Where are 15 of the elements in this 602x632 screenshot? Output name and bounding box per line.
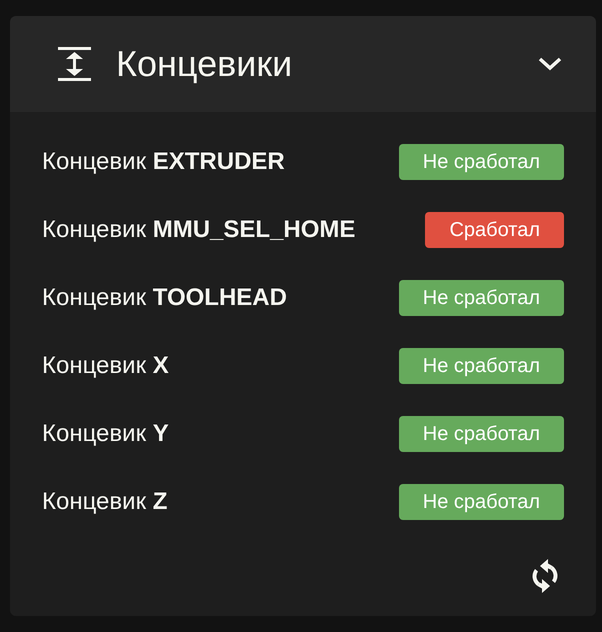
vertical-resize-icon	[58, 47, 92, 81]
status-badge: Не сработал	[398, 280, 564, 316]
endstop-label: Концевик MMU_SEL_HOME	[42, 215, 356, 245]
endstop-label: Концевик TOOLHEAD	[42, 283, 287, 313]
status-badge: Не сработал	[398, 348, 564, 384]
endstop-label: Концевик Z	[42, 487, 168, 517]
endstop-label: Концевик EXTRUDER	[42, 147, 285, 177]
panel-title: Концевики	[116, 46, 292, 82]
status-badge: Не сработал	[398, 484, 564, 520]
endstop-label: Концевик Y	[42, 419, 169, 449]
status-badge: Сработал	[425, 212, 564, 248]
status-badge: Не сработал	[398, 144, 564, 180]
endstop-label: Концевик X	[42, 351, 169, 381]
status-badge: Не сработал	[398, 416, 564, 452]
chevron-icon[interactable]	[538, 57, 562, 71]
